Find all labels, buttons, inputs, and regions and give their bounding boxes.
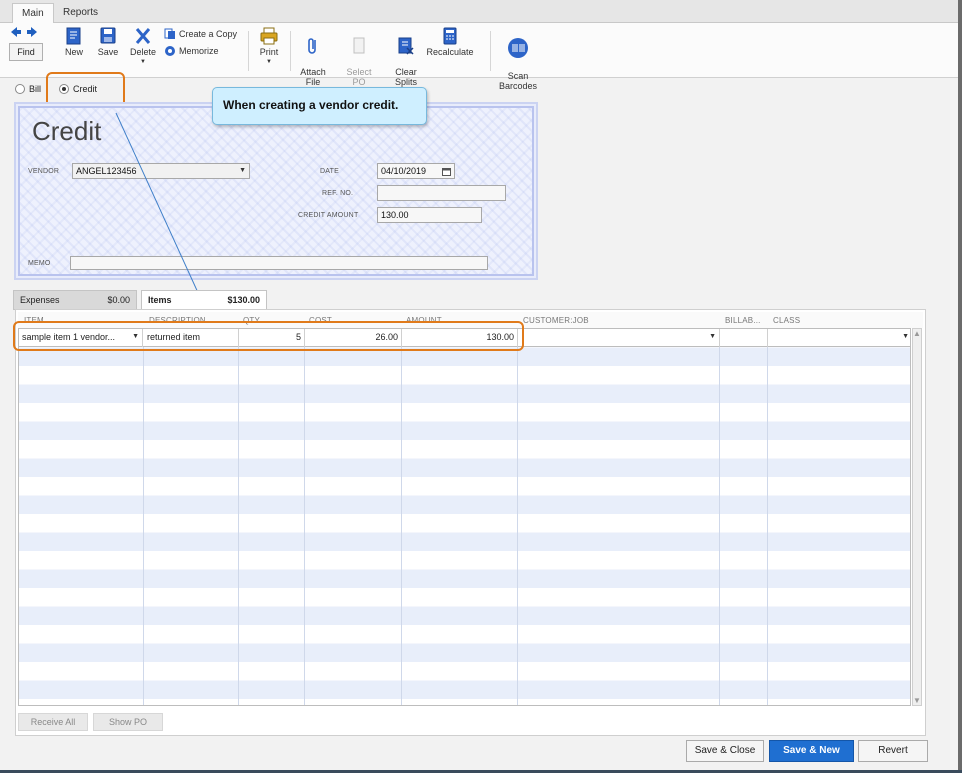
save-close-button[interactable]: Save & Close <box>686 740 764 762</box>
new-button[interactable]: New <box>62 27 86 57</box>
bill-radio[interactable] <box>15 84 25 94</box>
date-field[interactable]: 04/10/2019 <box>377 163 455 179</box>
vendor-value: ANGEL123456 <box>76 166 137 176</box>
attach-file-button[interactable]: Attach File <box>298 27 328 87</box>
toolbar-divider <box>290 31 291 71</box>
grid-scrollbar[interactable]: ▲ ▼ <box>912 328 922 706</box>
bill-radio-label: Bill <box>29 84 42 94</box>
credit-amount-label: CREDIT AMOUNT <box>298 212 359 219</box>
chevron-down-icon: ▼ <box>266 59 272 65</box>
save-button-label: Save <box>97 47 119 57</box>
create-copy-label: Create a Copy <box>179 29 238 39</box>
column-header-billable[interactable]: BILLAB... <box>725 316 761 325</box>
copy-icon <box>164 28 175 39</box>
calculator-icon <box>443 27 457 45</box>
billable-cell[interactable] <box>720 329 768 347</box>
create-copy-button[interactable]: Create a Copy <box>164 28 237 40</box>
paperclip-icon <box>308 38 316 54</box>
credit-amount-field[interactable]: 130.00 <box>377 207 482 223</box>
toolbar-divider <box>248 31 249 71</box>
annotation-callout: When creating a vendor credit. <box>212 87 427 125</box>
delete-button[interactable]: Delete ▼ <box>128 27 158 67</box>
ref-no-field[interactable] <box>377 185 506 201</box>
scroll-up-icon[interactable]: ▲ <box>913 329 921 338</box>
ribbon-tab-bar: Main Reports <box>0 0 958 23</box>
tab-reports[interactable]: Reports <box>54 3 107 23</box>
customer-job-cell[interactable]: ▼ <box>518 329 720 347</box>
receive-all-button[interactable]: Receive All <box>18 713 88 731</box>
barcode-icon <box>508 38 528 58</box>
select-po-icon <box>353 37 365 54</box>
new-button-label: New <box>64 47 83 57</box>
column-divider <box>719 329 720 705</box>
class-cell[interactable]: ▼ <box>768 329 910 347</box>
clear-splits-icon <box>398 37 414 55</box>
previous-arrow-icon[interactable] <box>11 27 21 37</box>
column-header-customer-job[interactable]: CUSTOMER:JOB <box>523 316 589 325</box>
next-arrow-icon[interactable] <box>27 27 37 37</box>
credit-form-panel: Credit VENDOR ANGEL123456 ▼ DATE 04/10/2… <box>14 102 538 280</box>
form-title: Credit <box>32 116 102 146</box>
record-navigation <box>11 27 37 37</box>
items-tab-label: Items <box>148 295 172 305</box>
vendor-dropdown[interactable]: ANGEL123456 ▼ <box>72 163 250 179</box>
ref-no-label: REF. NO. <box>322 190 354 197</box>
attach-file-label: Attach File <box>300 67 326 87</box>
column-divider <box>304 329 305 705</box>
ribbon-toolbar: Find New Save Delete ▼ Create a Copy Mem… <box>0 23 958 91</box>
credit-form-background: Credit VENDOR ANGEL123456 ▼ DATE 04/10/2… <box>18 106 534 276</box>
memorize-icon <box>165 46 175 56</box>
delete-x-icon <box>135 28 151 44</box>
chevron-down-icon: ▼ <box>140 59 146 65</box>
vendor-label: VENDOR <box>28 168 60 175</box>
print-button-label: Print <box>259 47 279 57</box>
column-divider <box>238 329 239 705</box>
clear-splits-button[interactable]: Clear Splits <box>391 27 421 87</box>
chevron-down-icon: ▼ <box>902 333 909 340</box>
find-button[interactable]: Find <box>9 43 43 61</box>
column-header-class[interactable]: CLASS <box>773 316 800 325</box>
save-disk-icon <box>100 27 116 44</box>
clear-splits-label: Clear Splits <box>394 67 417 87</box>
row-highlight-box <box>13 321 524 351</box>
recalculate-button[interactable]: Recalculate <box>425 27 475 57</box>
scan-barcodes-label: Scan Barcodes <box>498 71 538 91</box>
date-value: 04/10/2019 <box>381 166 427 176</box>
enter-bills-window: Main Reports Find New Save Delete ▼ Crea… <box>0 0 962 770</box>
print-button[interactable]: Print ▼ <box>256 27 282 67</box>
tab-items[interactable]: Items $130.00 <box>141 290 267 310</box>
memorize-button[interactable]: Memorize <box>164 45 219 57</box>
show-po-button[interactable]: Show PO <box>93 713 163 731</box>
tab-main[interactable]: Main <box>12 3 54 23</box>
date-label: DATE <box>320 168 339 175</box>
column-divider <box>401 329 402 705</box>
memo-label: MEMO <box>28 260 51 267</box>
select-po-label: Select PO <box>346 67 372 87</box>
select-po-button[interactable]: Select PO <box>344 27 374 87</box>
items-tab-amount: $130.00 <box>227 295 260 305</box>
expenses-tab-label: Expenses <box>20 295 60 305</box>
memo-field[interactable] <box>70 256 488 270</box>
recalculate-label: Recalculate <box>426 47 474 57</box>
chevron-down-icon: ▼ <box>239 167 246 174</box>
column-divider <box>767 329 768 705</box>
tab-expenses[interactable]: Expenses $0.00 <box>13 290 137 310</box>
calendar-icon[interactable] <box>442 167 451 176</box>
grid-body: sample item 1 vendor... ▼ returned item … <box>18 328 911 706</box>
expenses-tab-amount: $0.00 <box>107 295 130 305</box>
column-divider <box>517 329 518 705</box>
revert-button[interactable]: Revert <box>858 740 928 762</box>
save-new-button[interactable]: Save & New <box>769 740 854 762</box>
memorize-label: Memorize <box>179 46 219 56</box>
chevron-down-icon: ▼ <box>709 333 716 340</box>
scan-barcodes-button[interactable]: Scan Barcodes <box>497 27 539 91</box>
delete-button-label: Delete <box>129 47 156 57</box>
items-grid: ITEM DESCRIPTION QTY COST AMOUNT CUSTOME… <box>15 309 926 736</box>
new-document-icon <box>66 27 81 45</box>
save-button[interactable]: Save <box>95 27 121 57</box>
toolbar-divider <box>490 31 491 71</box>
scroll-down-icon[interactable]: ▼ <box>913 696 921 705</box>
printer-icon <box>260 27 278 45</box>
column-divider <box>143 329 144 705</box>
